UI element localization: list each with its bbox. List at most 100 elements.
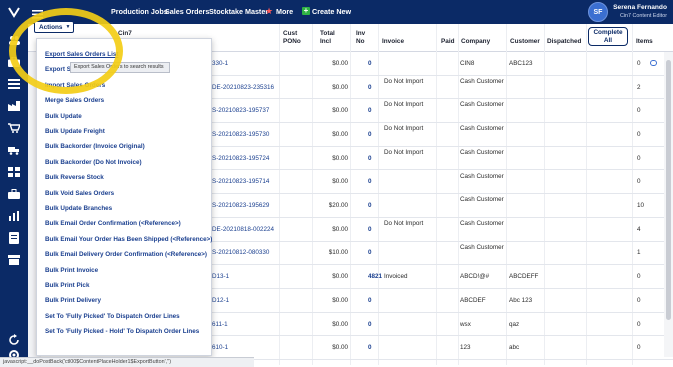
invoice-number-link[interactable]: 0	[368, 296, 372, 306]
store-icon[interactable]	[7, 253, 21, 267]
briefcase-icon[interactable]	[7, 55, 21, 69]
items-count-cell: 0	[637, 296, 641, 304]
sales-order-link[interactable]: DE-20210818-002224	[212, 225, 274, 235]
sales-order-link[interactable]: S-20210823-195730	[212, 130, 269, 140]
invoice-status-cell: Invoiced	[384, 273, 408, 281]
nav-sales-orders[interactable]: Sales Orders	[165, 7, 209, 16]
sales-order-link[interactable]: D13-1	[212, 272, 229, 282]
truck-icon[interactable]	[7, 143, 21, 157]
sales-order-link[interactable]: S-20210823-195629	[212, 201, 269, 211]
column-header-total-incl[interactable]: Total Incl	[320, 30, 340, 46]
avatar[interactable]: SF	[588, 2, 608, 22]
column-header-items[interactable]: Items	[636, 38, 653, 46]
sales-order-link[interactable]: DE-20210823-235316	[212, 83, 274, 93]
menu-item[interactable]: Bulk Reverse Stock	[45, 174, 104, 181]
column-header-inv-no[interactable]: Inv No	[356, 30, 370, 46]
top-navigation-bar: Production Jobs Sales Orders Stocktake M…	[0, 0, 673, 24]
toolbox-icon[interactable]	[7, 187, 21, 201]
menu-item[interactable]: Bulk Print Delivery	[45, 297, 101, 304]
invoice-status-cell: Do Not Import	[384, 219, 424, 227]
total-incl-cell: $0.00	[332, 178, 348, 186]
total-incl-cell: $0.00	[332, 320, 348, 328]
menu-item[interactable]: Bulk Void Sales Orders	[45, 190, 114, 197]
factory-icon[interactable]	[7, 99, 21, 113]
column-header-customer[interactable]: Customer	[510, 38, 540, 46]
invoice-number-link[interactable]: 4821	[368, 272, 382, 282]
invoice-number-link[interactable]: 0	[368, 130, 372, 140]
list-icon[interactable]	[7, 77, 21, 91]
invoice-number-link[interactable]: 0	[368, 59, 372, 69]
column-header-cust-pono[interactable]: Cust PONo	[283, 30, 307, 46]
invoice-number-link[interactable]: 0	[368, 248, 372, 258]
items-count-cell: 0	[637, 273, 641, 281]
column-header-company[interactable]: Company	[461, 38, 490, 46]
menu-item[interactable]: Set To 'Fully Picked' To Dispatch Order …	[45, 313, 180, 320]
invoice-number-link[interactable]: 0	[368, 154, 372, 164]
sales-order-link[interactable]: S-20210823-195714	[212, 177, 269, 187]
nav-production-jobs[interactable]: Production Jobs	[111, 7, 168, 16]
menu-item[interactable]: Bulk Backorder (Invoice Original)	[45, 143, 145, 150]
column-header-invoice[interactable]: Invoice	[382, 38, 404, 46]
sales-order-link[interactable]: S-20210812-080330	[212, 248, 269, 258]
document-icon[interactable]	[7, 231, 21, 245]
complete-all-button[interactable]: Complete All	[588, 27, 628, 46]
invoice-number-link[interactable]: 0	[368, 320, 372, 330]
menu-item[interactable]: Bulk Email Delivery Order Confirmation (…	[45, 251, 207, 258]
sales-order-link[interactable]: 611-1	[212, 320, 228, 330]
menu-item[interactable]: Bulk Email Order Confirmation (<Referenc…	[45, 220, 181, 227]
menu-item[interactable]: Bulk Email Your Order Has Been Shipped (…	[45, 236, 212, 243]
total-incl-cell: $0.00	[332, 273, 348, 281]
total-incl-cell: $0.00	[332, 344, 348, 352]
company-cell: Cash Customer	[460, 196, 504, 204]
refresh-icon[interactable]	[7, 333, 21, 347]
actions-menu: Export Sales Orders List Export Sales Ord…	[36, 38, 212, 356]
menu-item[interactable]: Bulk Print Invoice	[45, 267, 98, 274]
menu-item[interactable]: Bulk Update	[45, 113, 82, 120]
nav-more[interactable]: More	[276, 7, 293, 16]
company-cell: ABCDEF	[460, 296, 486, 304]
menu-item[interactable]: Bulk Print Pick	[45, 282, 89, 289]
actions-dropdown-button[interactable]: Actions ▼	[34, 21, 74, 33]
customer-cell: ABC123	[509, 59, 533, 67]
customer-cell: Abc 123	[509, 296, 533, 304]
invoice-number-link[interactable]: 0	[368, 225, 372, 235]
nav-stocktake-master[interactable]: Stocktake Master	[209, 7, 268, 16]
nav-create-new[interactable]: Create New	[312, 7, 351, 16]
invoice-number-link[interactable]: 0	[368, 201, 372, 211]
sales-order-link[interactable]: D12-1	[212, 296, 229, 306]
actions-label: Actions	[39, 23, 63, 31]
items-count-cell: 0	[637, 107, 641, 115]
menu-item[interactable]: Export Sales Orders List	[45, 51, 119, 58]
browser-status-bar: javascript:__doPostBack('ctl00$ContentPl…	[0, 357, 254, 367]
menu-item[interactable]: Merge Sales Orders	[45, 97, 104, 104]
sales-order-link[interactable]: S-20210823-195724	[212, 154, 269, 164]
chart-icon[interactable]	[7, 209, 21, 223]
invoice-number-link[interactable]: 0	[368, 83, 372, 93]
cart-icon[interactable]	[7, 121, 21, 135]
invoice-number-link[interactable]: 0	[368, 106, 372, 116]
menu-item[interactable]: Bulk Backorder (Do Not Invoice)	[45, 159, 142, 166]
grid-icon[interactable]	[7, 165, 21, 179]
scrollbar-thumb[interactable]	[666, 60, 671, 320]
user-role: Cin7 Content Editor	[619, 13, 667, 19]
menu-item[interactable]: Import Sales Orders	[45, 82, 105, 89]
sales-order-link[interactable]: S-20210823-195737	[212, 106, 269, 116]
items-count-cell: 0	[637, 344, 641, 352]
column-header-dispatched[interactable]: Dispatched	[547, 38, 581, 46]
menu-item[interactable]: Bulk Update Freight	[45, 128, 105, 135]
items-count-cell: 0	[637, 154, 641, 162]
menu-item[interactable]: Set To 'Fully Picked - Hold' To Dispatch…	[45, 328, 199, 335]
sales-order-link[interactable]: 330-1	[212, 59, 228, 69]
app-logo-icon[interactable]	[7, 5, 21, 19]
column-header-paid[interactable]: Paid	[441, 38, 455, 46]
hamburger-menu-icon[interactable]	[32, 6, 43, 19]
menu-item[interactable]: Bulk Update Branches	[45, 205, 112, 212]
column-header-cin7[interactable]: Cin7	[118, 30, 132, 38]
invoice-number-link[interactable]: 0	[368, 177, 372, 187]
invoice-status-cell: Do Not Import	[384, 148, 424, 156]
invoice-number-link[interactable]: 0	[368, 343, 372, 353]
users-icon[interactable]	[7, 33, 21, 47]
total-incl-cell: $0.00	[332, 59, 348, 67]
sales-order-link[interactable]: 610-1	[212, 343, 228, 353]
comment-icon[interactable]	[650, 59, 657, 66]
